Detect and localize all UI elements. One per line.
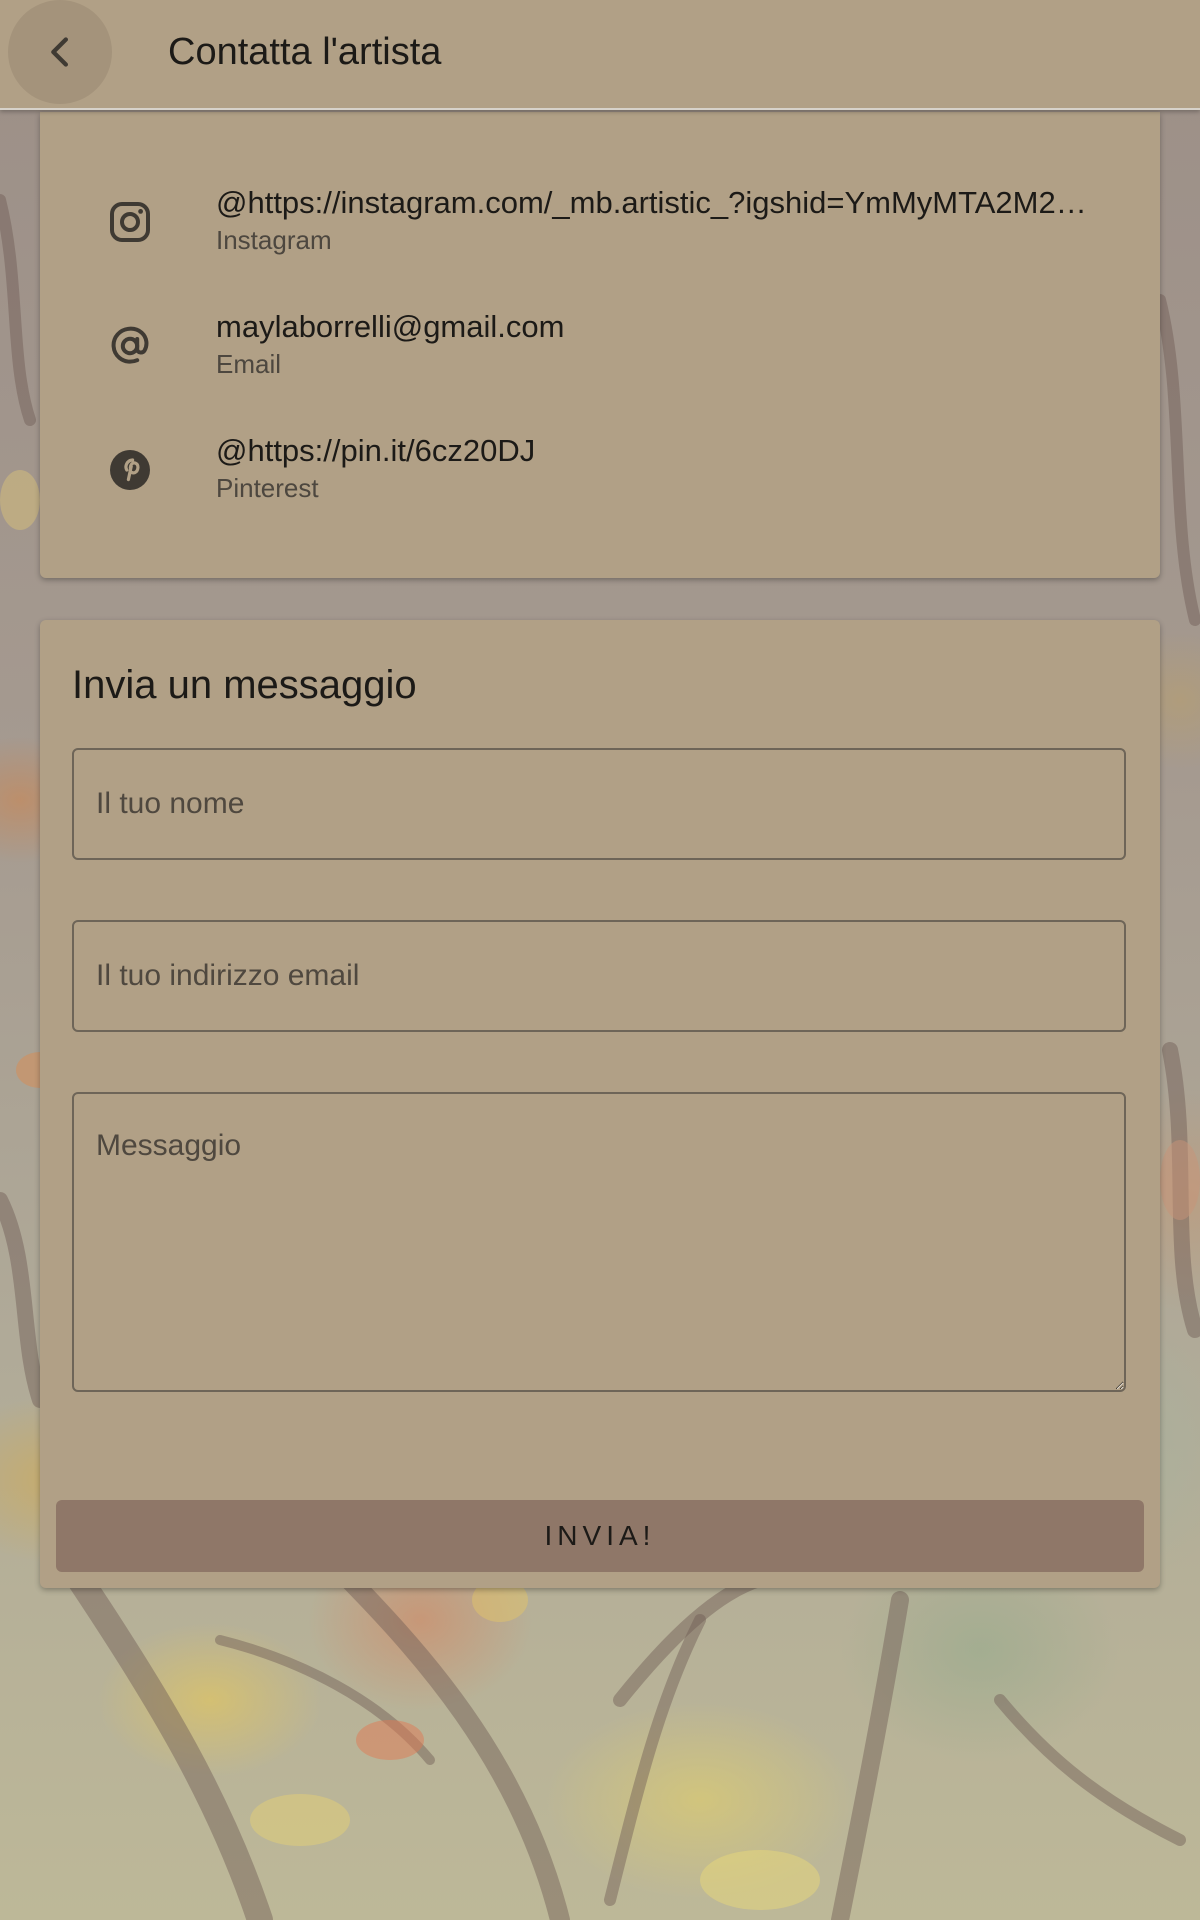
contacts-card: @https://instagram.com/_mb.artistic_?igs… bbox=[40, 112, 1160, 578]
pinterest-icon bbox=[106, 446, 154, 494]
submit-button[interactable]: INVIA! bbox=[56, 1500, 1144, 1572]
contact-row-email[interactable]: maylaborrelli@gmail.com Email bbox=[40, 308, 1160, 408]
contact-type-label: Instagram bbox=[216, 225, 332, 255]
page-title: Contatta l'artista bbox=[168, 31, 442, 73]
contact-row-pinterest[interactable]: @https://pin.it/6cz20DJ Pinterest bbox=[40, 432, 1160, 532]
form-title: Invia un messaggio bbox=[72, 663, 417, 707]
chevron-left-icon bbox=[40, 32, 80, 72]
contact-type-label: Pinterest bbox=[216, 473, 319, 503]
contact-value: @https://instagram.com/_mb.artistic_?igs… bbox=[216, 185, 1087, 220]
contact-value: @https://pin.it/6cz20DJ bbox=[216, 433, 536, 468]
app-bar: Contatta l'artista bbox=[0, 0, 1200, 110]
contact-type-label: Email bbox=[216, 349, 282, 379]
email-field[interactable] bbox=[72, 920, 1126, 1032]
back-button[interactable] bbox=[8, 0, 112, 104]
at-sign-icon bbox=[106, 322, 154, 370]
name-field[interactable] bbox=[72, 748, 1126, 860]
instagram-icon bbox=[106, 198, 154, 246]
message-form-card: Invia un messaggio INVIA! bbox=[40, 620, 1160, 1588]
contact-value: maylaborrelli@gmail.com bbox=[216, 309, 565, 344]
message-field[interactable] bbox=[72, 1092, 1126, 1392]
contact-row-instagram[interactable]: @https://instagram.com/_mb.artistic_?igs… bbox=[40, 184, 1160, 284]
